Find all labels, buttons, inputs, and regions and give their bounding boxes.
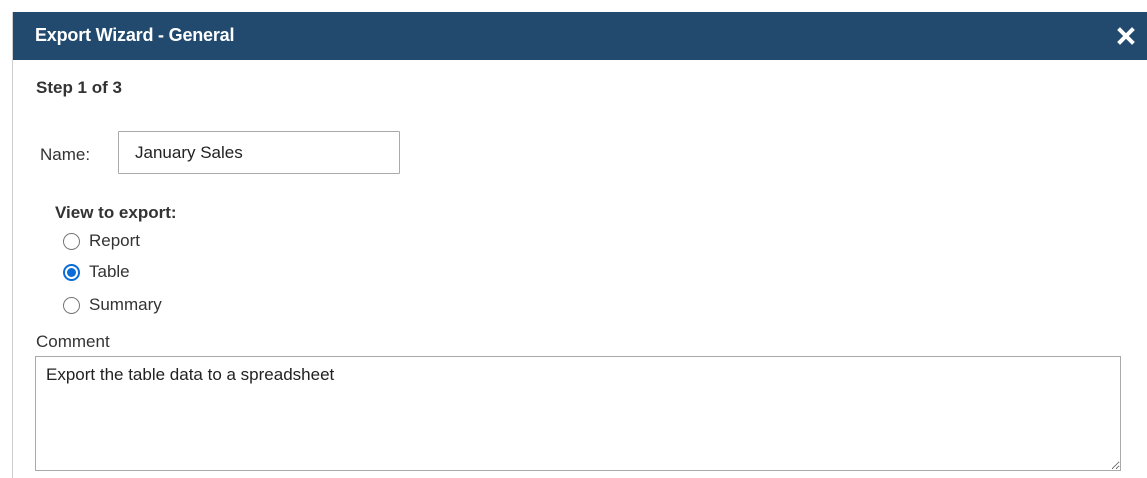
radio-option-summary[interactable]: Summary — [63, 293, 162, 317]
dialog-title: Export Wizard - General — [35, 25, 235, 45]
radio-label-table: Table — [89, 262, 130, 281]
name-label: Name: — [40, 145, 91, 164]
radio-report[interactable] — [63, 232, 80, 250]
close-button[interactable] — [1115, 25, 1137, 47]
comment-label: Comment — [36, 332, 110, 351]
close-icon — [1117, 27, 1135, 45]
dialog-titlebar: Export Wizard - General — [13, 12, 1147, 60]
radio-label-report: Report — [89, 231, 141, 250]
radio-table[interactable] — [63, 263, 80, 281]
view-to-export-label: View to export: — [55, 203, 177, 222]
radio-label-summary: Summary — [89, 295, 162, 314]
comment-textarea[interactable]: Export the table data to a spreadsheet — [35, 356, 1121, 471]
radio-summary[interactable] — [63, 296, 80, 314]
radio-option-report[interactable]: Report — [63, 229, 140, 253]
step-indicator: Step 1 of 3 — [36, 78, 122, 97]
radio-option-table[interactable]: Table — [63, 260, 130, 284]
export-wizard-dialog: Export Wizard - General Step 1 of 3 Name… — [12, 12, 1147, 478]
name-input[interactable] — [118, 131, 400, 174]
